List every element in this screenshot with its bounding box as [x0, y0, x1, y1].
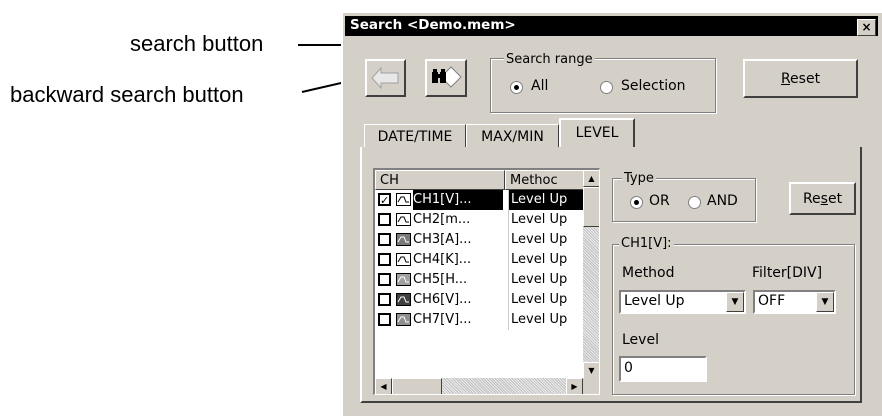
level-value: 0: [624, 360, 633, 376]
filter-label: Filter[DIV]: [752, 265, 823, 281]
channel-settings-legend: CH1[V]:: [619, 236, 674, 251]
channel-method: Level Up: [508, 250, 591, 270]
waveform-icon: [396, 313, 411, 326]
backward-search-button[interactable]: [365, 59, 406, 97]
scroll-up-button[interactable]: ▲: [583, 170, 599, 187]
reset-type-button[interactable]: Reset: [789, 182, 856, 215]
filter-value: OFF: [758, 293, 786, 309]
table-row[interactable]: CH7[V]... Level Up: [375, 310, 585, 330]
table-row[interactable]: CH1[V]...Level Up: [375, 190, 591, 211]
channel-checkbox[interactable]: [378, 293, 391, 306]
waveform-icon: [396, 193, 411, 206]
scroll-left-button[interactable]: ◀: [375, 378, 392, 394]
level-label: Level: [622, 332, 659, 348]
table-row[interactable]: CH2[m... Level Up: [375, 210, 585, 230]
channel-checkbox[interactable]: [378, 313, 391, 326]
radio-all-label: All: [531, 78, 549, 94]
waveform-icon: [396, 253, 411, 266]
radio-and-label: AND: [707, 193, 738, 209]
channel-name: CH7[V]...: [413, 312, 472, 327]
scroll-right-button[interactable]: ▶: [566, 378, 583, 394]
backward-arrow-icon: [371, 66, 399, 90]
table-row[interactable]: CH4[K]... Level Up: [375, 250, 585, 270]
channel-checkbox[interactable]: [378, 273, 391, 286]
scrollbar-corner: [583, 378, 599, 394]
scroll-thumb[interactable]: [583, 187, 599, 227]
reset-type-button-label: Reset: [802, 191, 843, 207]
method-label: Method: [622, 265, 675, 281]
channel-checkbox[interactable]: [378, 253, 391, 266]
radio-all[interactable]: [510, 81, 523, 94]
filter-dropdown[interactable]: OFF ▼: [753, 290, 836, 314]
level-input[interactable]: 0: [619, 356, 707, 382]
binoculars-arrow-icon: [432, 66, 462, 88]
channel-name: CH6[V]...: [413, 292, 472, 307]
scroll-down-button[interactable]: ▼: [583, 362, 599, 379]
radio-selection[interactable]: [600, 81, 613, 94]
horizontal-scroll-thumb[interactable]: [392, 378, 442, 394]
reset-button[interactable]: Reset: [743, 59, 858, 98]
radio-or-label: OR: [649, 193, 670, 209]
type-legend: Type: [622, 171, 656, 186]
channel-checkbox[interactable]: [378, 233, 391, 246]
backward-search-button-annotation: backward search button: [10, 82, 244, 107]
search-button-annotation: search button: [130, 31, 264, 56]
method-value: Level Up: [624, 293, 685, 309]
channel-method: Level Up: [508, 190, 591, 210]
waveform-icon: [396, 233, 411, 246]
table-row[interactable]: CH6[V]... Level Up: [375, 290, 585, 310]
channel-checkbox[interactable]: [378, 191, 391, 211]
channel-name: CH1[V]...: [413, 190, 503, 210]
tab-level[interactable]: LEVEL: [559, 118, 635, 150]
table-row[interactable]: CH5[H... Level Up: [375, 270, 585, 290]
tab-max-min[interactable]: MAX/MIN: [466, 124, 559, 148]
dialog-title: Search <Demo.mem>: [350, 17, 516, 33]
column-header-ch[interactable]: CH: [375, 170, 505, 190]
method-dropdown[interactable]: Level Up ▼: [619, 290, 746, 314]
reset-button-label: Reset: [780, 71, 821, 87]
column-header-method[interactable]: Methoc: [505, 170, 585, 190]
waveform-icon: [396, 273, 411, 286]
waveform-icon: [396, 293, 411, 306]
channel-method: Level Up: [508, 290, 591, 310]
channel-name: CH2[m...: [413, 212, 471, 227]
table-row[interactable]: CH3[A]... Level Up: [375, 230, 585, 250]
chevron-down-icon[interactable]: ▼: [816, 292, 834, 312]
channel-method: Level Up: [508, 230, 591, 250]
radio-selection-label: Selection: [621, 78, 686, 94]
search-button[interactable]: [425, 59, 467, 97]
close-button[interactable]: ×: [857, 19, 876, 36]
radio-and[interactable]: [688, 196, 701, 209]
chevron-down-icon[interactable]: ▼: [726, 292, 744, 312]
dialog-edge: [341, 13, 343, 416]
channel-method: Level Up: [508, 310, 591, 330]
channel-name: CH3[A]...: [413, 232, 472, 247]
channel-method: Level Up: [508, 210, 591, 230]
radio-or[interactable]: [630, 196, 643, 209]
tab-date-time[interactable]: DATE/TIME: [364, 124, 466, 148]
channel-name: CH4[K]...: [413, 252, 472, 267]
channel-list[interactable]: CH Methoc CH1[V]...Level UpCH2[m...Level…: [373, 168, 600, 395]
channel-method: Level Up: [508, 270, 591, 290]
channel-name: CH5[H...: [413, 272, 468, 287]
search-range-legend: Search range: [504, 52, 595, 67]
waveform-icon: [396, 213, 411, 226]
channel-checkbox[interactable]: [378, 213, 391, 226]
